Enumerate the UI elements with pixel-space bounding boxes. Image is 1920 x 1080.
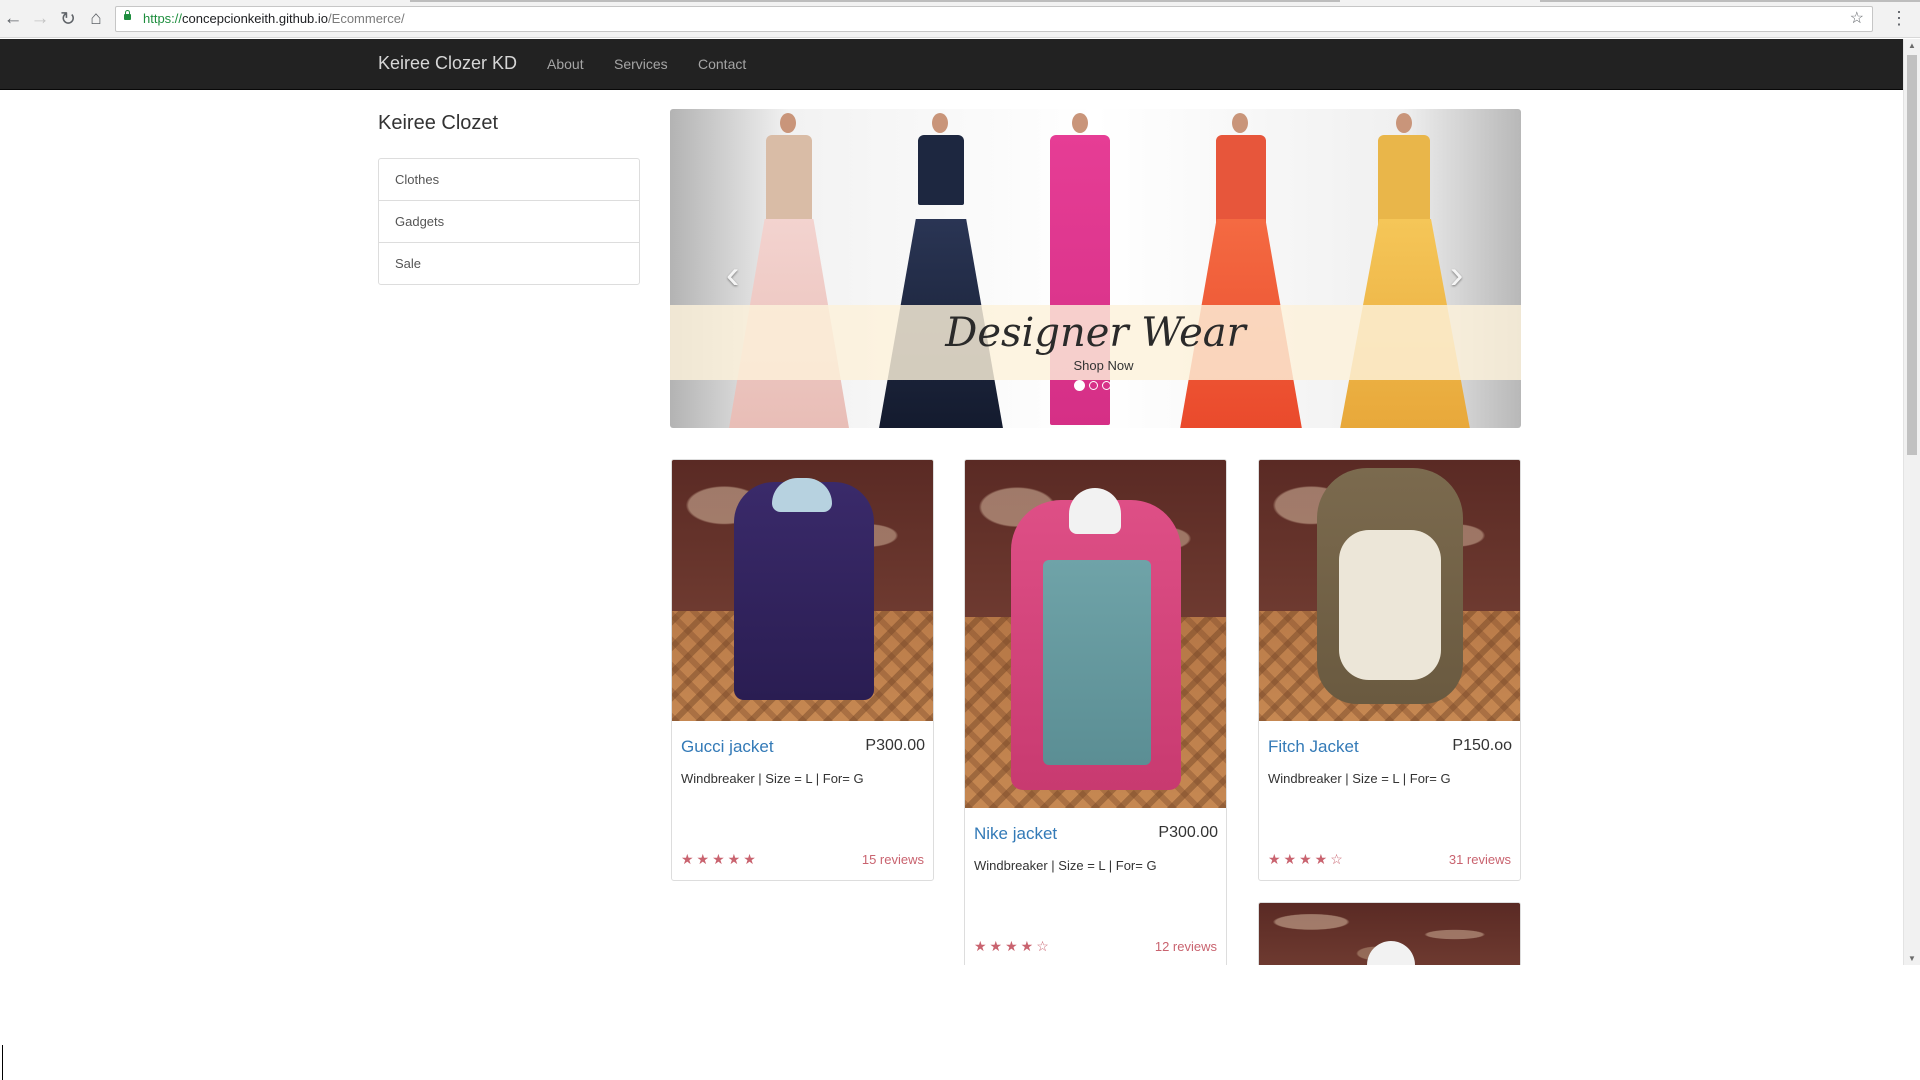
site-navbar: Keiree Clozer KD About Services Contact (0, 39, 1903, 90)
carousel-dot-2[interactable] (1089, 381, 1098, 390)
product-info: Gucci jacket P300.00 Windbreaker | Size … (672, 721, 933, 880)
product-description: Windbreaker | Size = L | For= G (1268, 771, 1451, 786)
category-list: Clothes Gadgets Sale (378, 158, 640, 285)
jacket-panel (1043, 560, 1151, 765)
product-info: Fitch Jacket P150.oo Windbreaker | Size … (1259, 721, 1520, 880)
browser-toolbar: ← → ↻ ⌂ https://concepcionkeith.github.i… (0, 0, 1920, 38)
product-name[interactable]: Gucci jacket (681, 737, 774, 757)
tab-strip-edge (1540, 0, 1920, 2)
url-domain: concepcionkeith.github.io (182, 11, 329, 26)
url-text: https://concepcionkeith.github.io/Ecomme… (143, 7, 405, 31)
carousel-indicators (1074, 380, 1111, 391)
sidebar-item-sale[interactable]: Sale (379, 242, 639, 284)
reload-icon[interactable]: ↻ (57, 8, 79, 30)
nav-link-about[interactable]: About (547, 56, 584, 72)
carousel-shop-now[interactable]: Shop Now (670, 358, 1521, 373)
product-image[interactable] (1259, 460, 1520, 721)
url-path: /Ecommerce/ (328, 11, 405, 26)
scroll-up-icon[interactable]: ▲ (1904, 41, 1920, 50)
sidebar-title: Keiree Clozet (378, 112, 499, 134)
product-card-partial (1258, 902, 1521, 965)
sidebar-item-gadgets[interactable]: Gadgets (379, 200, 639, 242)
hoodie-front-panel (1339, 530, 1441, 680)
product-name[interactable]: Nike jacket (974, 824, 1057, 844)
product-image[interactable] (965, 460, 1226, 808)
nav-link-services[interactable]: Services (614, 56, 668, 72)
hero-carousel[interactable]: Designer Wear Shop Now ‹ › (670, 109, 1521, 428)
product-card-fitch: Fitch Jacket P150.oo Windbreaker | Size … (1258, 459, 1521, 881)
review-count: 15 reviews (861, 852, 924, 867)
rating-stars: ★★★★★ (681, 851, 759, 867)
product-image[interactable] (672, 460, 933, 721)
carousel-dot-3[interactable] (1102, 381, 1111, 390)
rating-stars: ★★★★☆ (1268, 851, 1346, 867)
star-icon[interactable]: ☆ (1850, 7, 1864, 31)
product-card-nike: Nike jacket P300.00 Windbreaker | Size =… (964, 459, 1227, 965)
product-price: P300.00 (1158, 824, 1218, 841)
garment-purple-hoodie (734, 482, 874, 700)
blank-area (0, 965, 1920, 1080)
lock-icon (124, 10, 131, 20)
scrollbar-thumb[interactable] (1907, 55, 1917, 455)
address-bar[interactable]: https://concepcionkeith.github.io/Ecomme… (115, 6, 1873, 32)
url-scheme: https:// (143, 11, 183, 26)
product-price: P150.oo (1452, 737, 1512, 754)
product-price: P300.00 (865, 737, 925, 754)
review-count: 31 reviews (1448, 852, 1511, 867)
scroll-down-icon[interactable]: ▼ (1904, 954, 1920, 963)
hood-lining (772, 478, 832, 512)
forward-arrow-icon[interactable]: → (29, 8, 51, 30)
product-description: Windbreaker | Size = L | For= G (974, 858, 1157, 873)
carousel-title: Designer Wear (945, 310, 1246, 356)
product-image[interactable] (1259, 903, 1520, 965)
rating-stars: ★★★★☆ (974, 938, 1052, 954)
navbar-brand[interactable]: Keiree Clozer KD (378, 53, 517, 74)
back-arrow-icon[interactable]: ← (2, 8, 24, 30)
page-scrollbar[interactable]: ▲ ▼ (1903, 39, 1920, 965)
mannequin-head (1069, 488, 1121, 534)
chevron-right-icon[interactable]: › (1450, 255, 1463, 295)
carousel-dot-1[interactable] (1074, 380, 1085, 391)
home-icon[interactable]: ⌂ (85, 8, 107, 30)
product-card-gucci: Gucci jacket P300.00 Windbreaker | Size … (671, 459, 934, 881)
tab-strip-edge (410, 0, 1340, 2)
text-cursor (2, 1045, 3, 1080)
review-count: 12 reviews (1154, 939, 1217, 954)
sidebar-item-clothes[interactable]: Clothes (379, 159, 639, 200)
product-name[interactable]: Fitch Jacket (1268, 737, 1359, 757)
nav-link-contact[interactable]: Contact (698, 56, 746, 72)
product-description: Windbreaker | Size = L | For= G (681, 771, 864, 786)
product-info: Nike jacket P300.00 Windbreaker | Size =… (965, 808, 1226, 965)
chevron-left-icon[interactable]: ‹ (726, 255, 739, 295)
kebab-menu-icon[interactable]: ⋮ (1890, 8, 1908, 29)
